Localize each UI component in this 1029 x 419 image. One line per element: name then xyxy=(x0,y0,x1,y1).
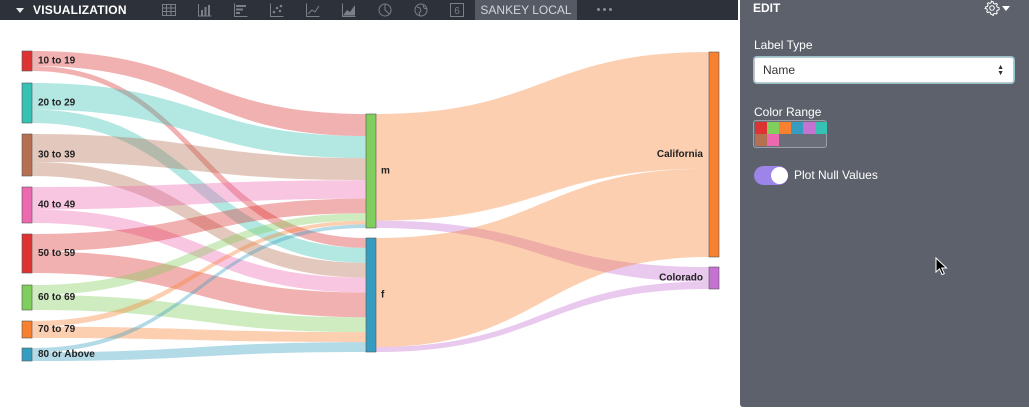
sankey-node-label: 60 to 69 xyxy=(38,292,76,303)
color-swatch xyxy=(791,122,803,134)
plot-null-values-label: Plot Null Values xyxy=(794,168,878,182)
sankey-node-label: 20 to 29 xyxy=(38,98,76,109)
visualization-toolbar: VISUALIZATION 6 SANKEY LOCAL xyxy=(0,0,738,20)
color-swatch xyxy=(815,122,827,134)
sankey-node[interactable] xyxy=(708,266,720,290)
visualization-toggle[interactable]: VISUALIZATION xyxy=(0,0,127,20)
bar-chart-icon[interactable] xyxy=(233,0,249,20)
single-value-icon[interactable]: 6 xyxy=(449,0,465,20)
sankey-node[interactable] xyxy=(21,50,33,72)
sankey-node-label: m xyxy=(381,166,390,177)
color-range-label: Color Range xyxy=(754,105,822,119)
color-swatch xyxy=(755,122,767,134)
sankey-node[interactable] xyxy=(21,347,33,362)
pie-chart-icon[interactable] xyxy=(377,0,393,20)
area-chart-icon[interactable] xyxy=(341,0,357,20)
edit-header: EDIT xyxy=(740,0,1029,20)
sankey-node-label: 50 to 59 xyxy=(38,248,76,259)
sankey-node[interactable] xyxy=(365,237,377,353)
sankey-node[interactable] xyxy=(21,284,33,311)
sankey-node-label: 40 to 49 xyxy=(38,200,76,211)
sankey-node[interactable] xyxy=(365,113,377,229)
sankey-node[interactable] xyxy=(708,51,720,258)
map-icon[interactable] xyxy=(413,0,429,20)
label-type-value: Name xyxy=(763,63,796,77)
sankey-node[interactable] xyxy=(21,320,33,339)
sankey-node-label: 10 to 19 xyxy=(38,56,76,67)
sankey-node[interactable] xyxy=(21,133,33,177)
app-window: VISUALIZATION 6 SANKEY LOCAL 10 to 19 20… xyxy=(0,0,1029,419)
toggle-knob xyxy=(771,167,788,184)
color-range-picker[interactable] xyxy=(753,120,827,148)
more-icon[interactable] xyxy=(597,0,612,18)
gear-icon xyxy=(984,0,1000,16)
table-icon[interactable] xyxy=(161,0,177,20)
sankey-node-label: Colorado xyxy=(659,273,703,284)
line-chart-icon[interactable] xyxy=(305,0,321,20)
tab-sankey-local[interactable]: SANKEY LOCAL xyxy=(475,0,577,20)
mouse-cursor-icon xyxy=(935,257,948,276)
sankey-chart: 10 to 19 20 to 29 30 to 39 40 to 49 50 to 59… xyxy=(0,20,738,419)
color-swatch xyxy=(755,134,767,146)
select-arrows-icon: ▲ ▼ xyxy=(997,64,1004,77)
single-value-glyph: 6 xyxy=(454,6,460,17)
scatter-icon[interactable] xyxy=(269,0,285,20)
sankey-node-label: 70 to 79 xyxy=(38,324,76,335)
sankey-node[interactable] xyxy=(21,233,33,274)
color-swatch xyxy=(803,122,815,134)
color-swatch xyxy=(767,122,779,134)
sankey-node-label: California xyxy=(657,149,704,160)
label-type-label: Label Type xyxy=(754,38,813,52)
caret-down-icon xyxy=(1002,5,1010,11)
color-swatch xyxy=(779,122,791,134)
color-swatch xyxy=(767,134,779,146)
edit-title: EDIT xyxy=(753,1,781,15)
caret-down-icon xyxy=(16,7,24,13)
sankey-node[interactable] xyxy=(21,186,33,224)
settings-menu-button[interactable] xyxy=(984,0,1014,16)
sankey-node-label: 30 to 39 xyxy=(38,150,76,161)
sankey-svg: 10 to 19 20 to 29 30 to 39 40 to 49 50 to 59… xyxy=(21,50,720,362)
visualization-title: VISUALIZATION xyxy=(33,3,127,17)
sankey-node-label: 80 or Above xyxy=(38,349,95,360)
plot-null-values-toggle[interactable] xyxy=(754,166,788,185)
column-chart-icon[interactable] xyxy=(197,0,213,20)
label-type-select[interactable]: Name ▲ ▼ xyxy=(754,57,1014,83)
edit-panel: EDIT Label Type Name ▲ ▼ Color Range Plot… xyxy=(740,0,1029,407)
sankey-node[interactable] xyxy=(21,82,33,124)
